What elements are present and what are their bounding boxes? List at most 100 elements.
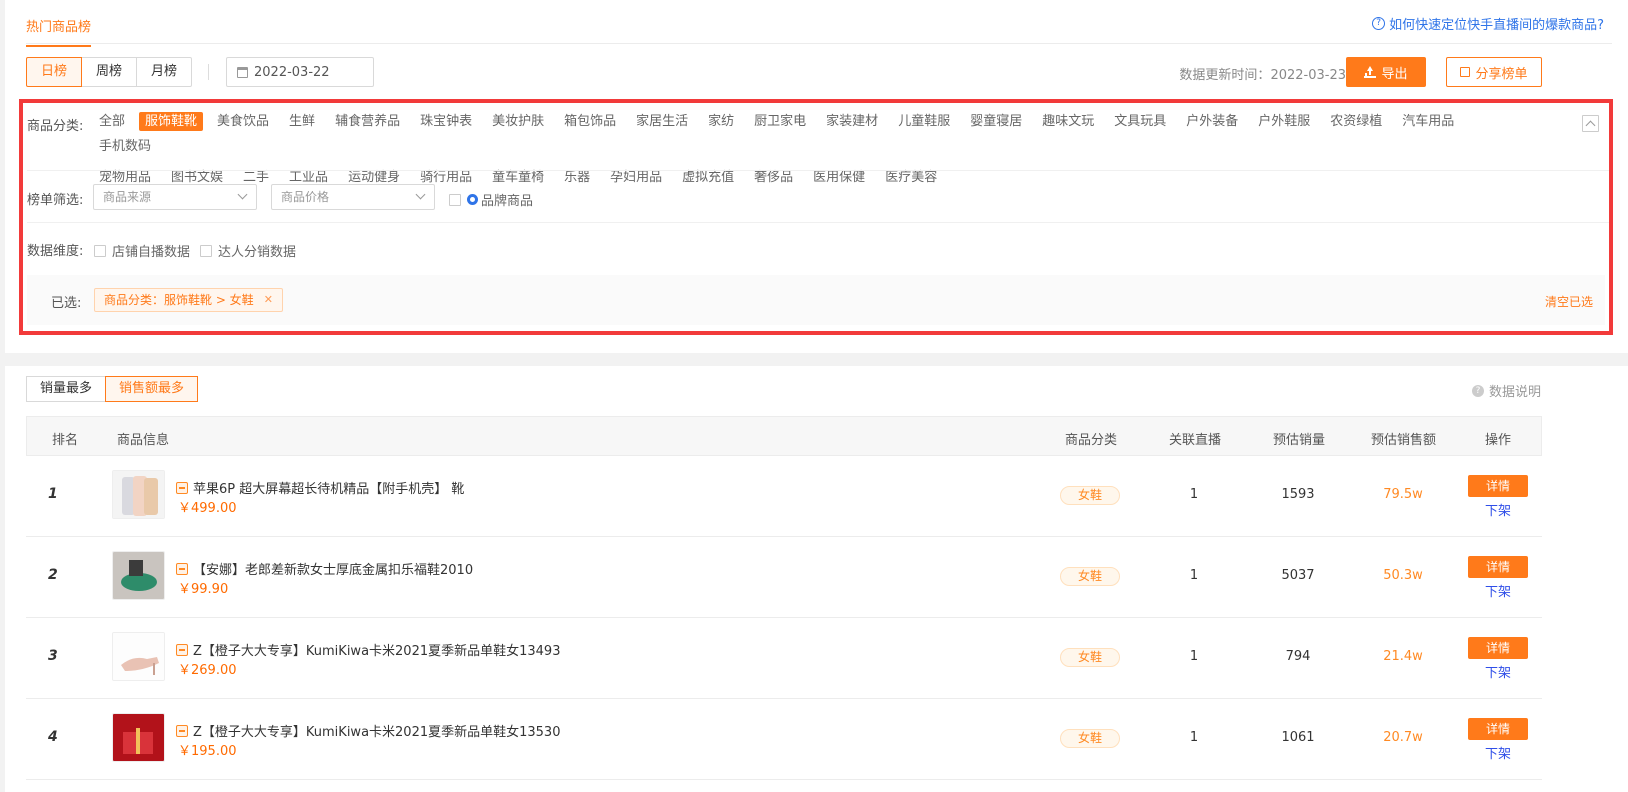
product-thumbnail[interactable] [112, 713, 165, 762]
share-button[interactable]: 分享榜单 [1446, 57, 1542, 87]
checkbox-box [449, 193, 461, 206]
question-icon: ? [1372, 17, 1386, 30]
col-action: 操作 [1485, 433, 1512, 448]
table-row: 3 Z【橙子大大专享】KumiKiwa卡米2021夏季新品单鞋女13493 ￥269… [26, 618, 1542, 699]
update-time: 数据更新时间：2022-03-23 [1179, 64, 1346, 83]
influencer-label: 达人分销数据 [218, 245, 297, 260]
product-thumbnail[interactable] [112, 632, 165, 681]
product-thumbnail[interactable] [112, 551, 165, 600]
price-placeholder: 商品价格 [281, 190, 330, 204]
export-label: 导出 [1381, 66, 1408, 82]
divider [27, 170, 1609, 171]
est-sales: 1061 [1281, 730, 1315, 745]
detail-button[interactable]: 详情 [1468, 718, 1528, 740]
export-button[interactable]: 导出 [1346, 57, 1426, 87]
tab-most-sales[interactable]: 销量最多 [26, 376, 107, 402]
list-filter-label: 榜单筛选: [27, 193, 84, 208]
category-item[interactable]: 儿童鞋服 [892, 112, 956, 131]
data-note-link[interactable]: ? 数据说明 [1471, 381, 1541, 400]
detail-button[interactable]: 详情 [1468, 556, 1528, 578]
product-name[interactable]: 【安娜】老郎差新款女士厚底金属扣乐福鞋2010 [176, 559, 473, 578]
product-name-text: Z【橙子大大专享】KumiKiwa卡米2021夏季新品单鞋女13493 [193, 644, 561, 659]
category-badge: 女鞋 [1060, 567, 1120, 586]
share-icon [1460, 67, 1471, 77]
source-select[interactable]: 商品来源 [93, 184, 257, 210]
category-item[interactable]: 文具玩具 [1108, 112, 1172, 131]
live-count: 1 [1189, 649, 1199, 664]
tab-most-revenue[interactable]: 销售额最多 [105, 376, 199, 402]
product-thumbnail[interactable] [112, 470, 165, 519]
update-date: 2022-03-23 [1270, 68, 1346, 83]
product-name[interactable]: 苹果6P 超大屏幕超长待机精品【附手机壳】 靴 [176, 478, 464, 497]
shop-icon [176, 643, 188, 656]
delist-link[interactable]: 下架 [1468, 581, 1528, 600]
rank-number: 4 [48, 729, 58, 745]
est-sales: 1593 [1281, 487, 1315, 502]
clear-selected-link[interactable]: 清空已选 [1545, 293, 1593, 310]
est-amount: 79.5w [1383, 487, 1423, 502]
category-item[interactable]: 家纺 [702, 112, 740, 131]
est-amount: 20.7w [1383, 730, 1423, 745]
category-item[interactable]: 户外装备 [1180, 112, 1244, 131]
category-item[interactable]: 珠宝钟表 [414, 112, 478, 131]
checkbox-box [200, 244, 212, 257]
category-item[interactable]: 汽车用品 [1396, 112, 1460, 131]
shop-live-label: 店铺自播数据 [112, 245, 191, 260]
brand-checkbox[interactable]: 品牌商品 [449, 190, 533, 209]
dimension-label: 数据维度: [27, 244, 84, 259]
category-item[interactable]: 厨卫家电 [748, 112, 812, 131]
upload-icon [1364, 66, 1377, 78]
share-label: 分享榜单 [1475, 66, 1528, 82]
col-live: 关联直播 [1169, 433, 1222, 448]
delist-link[interactable]: 下架 [1468, 662, 1528, 681]
selected-bar: 已选: 商品分类：服饰鞋靴 > 女鞋 ✕ 清空已选 [27, 275, 1605, 325]
rank-number: 1 [48, 486, 58, 502]
category-item[interactable]: 美食饮品 [211, 112, 275, 131]
category-item[interactable]: 全部 [93, 112, 131, 131]
category-item[interactable]: 婴童寝居 [964, 112, 1028, 131]
category-item[interactable]: 农资绿植 [1324, 112, 1388, 131]
delist-link[interactable]: 下架 [1468, 500, 1528, 519]
data-note-text: 数据说明 [1488, 385, 1541, 400]
product-price: ￥195.00 [178, 744, 237, 759]
category-badge: 女鞋 [1060, 729, 1120, 748]
brand-label: 品牌商品 [481, 194, 534, 209]
category-item[interactable]: 箱包饰品 [558, 112, 622, 131]
detail-button[interactable]: 详情 [1468, 637, 1528, 659]
help-link[interactable]: ? 如何快速定位快手直播间的爆款商品? [1372, 14, 1604, 33]
category-item[interactable]: 生鲜 [283, 112, 321, 131]
category-item[interactable]: 家装建材 [820, 112, 884, 131]
category-item[interactable]: 家居生活 [630, 112, 694, 131]
shop-live-checkbox[interactable]: 店铺自播数据 [94, 241, 190, 260]
product-price: ￥499.00 [178, 501, 237, 516]
delist-link[interactable]: 下架 [1468, 743, 1528, 762]
tab-daily[interactable]: 日榜 [26, 57, 83, 87]
shop-icon [176, 724, 188, 737]
chevron-down-icon [237, 189, 248, 200]
category-item[interactable]: 户外鞋服 [1252, 112, 1316, 131]
collapse-button[interactable] [1582, 115, 1599, 132]
close-icon[interactable]: ✕ [264, 289, 273, 311]
tab-weekly[interactable]: 周榜 [81, 57, 138, 87]
category-item[interactable]: 服饰鞋靴 [139, 112, 204, 131]
category-item[interactable]: 美妆护肤 [486, 112, 550, 131]
source-placeholder: 商品来源 [103, 190, 152, 204]
product-name[interactable]: Z【橙子大大专享】KumiKiwa卡米2021夏季新品单鞋女13530 [176, 721, 560, 740]
selected-tag[interactable]: 商品分类：服饰鞋靴 > 女鞋 ✕ [94, 288, 283, 312]
live-count: 1 [1189, 730, 1199, 745]
category-item[interactable]: 手机数码 [93, 137, 157, 156]
detail-button[interactable]: 详情 [1468, 475, 1528, 497]
col-sales: 预估销量 [1273, 433, 1326, 448]
sort-tabs: 销量最多 销售额最多 [26, 376, 199, 402]
price-select[interactable]: 商品价格 [271, 184, 435, 210]
divider [26, 43, 1612, 44]
col-amount: 预估销售额 [1371, 433, 1437, 448]
date-picker[interactable]: 2022-03-22 [226, 57, 374, 87]
product-name[interactable]: Z【橙子大大专享】KumiKiwa卡米2021夏季新品单鞋女13493 [176, 640, 560, 659]
category-item[interactable]: 趣味文玩 [1036, 112, 1100, 131]
category-item[interactable]: 辅食营养品 [329, 112, 406, 131]
est-amount: 50.3w [1383, 568, 1423, 583]
influencer-checkbox[interactable]: 达人分销数据 [200, 241, 296, 260]
table-row: 2 【安娜】老郎差新款女士厚底金属扣乐福鞋2010 ￥99.90 女鞋 1 5037 50.… [26, 537, 1542, 618]
tab-monthly[interactable]: 月榜 [136, 57, 193, 87]
